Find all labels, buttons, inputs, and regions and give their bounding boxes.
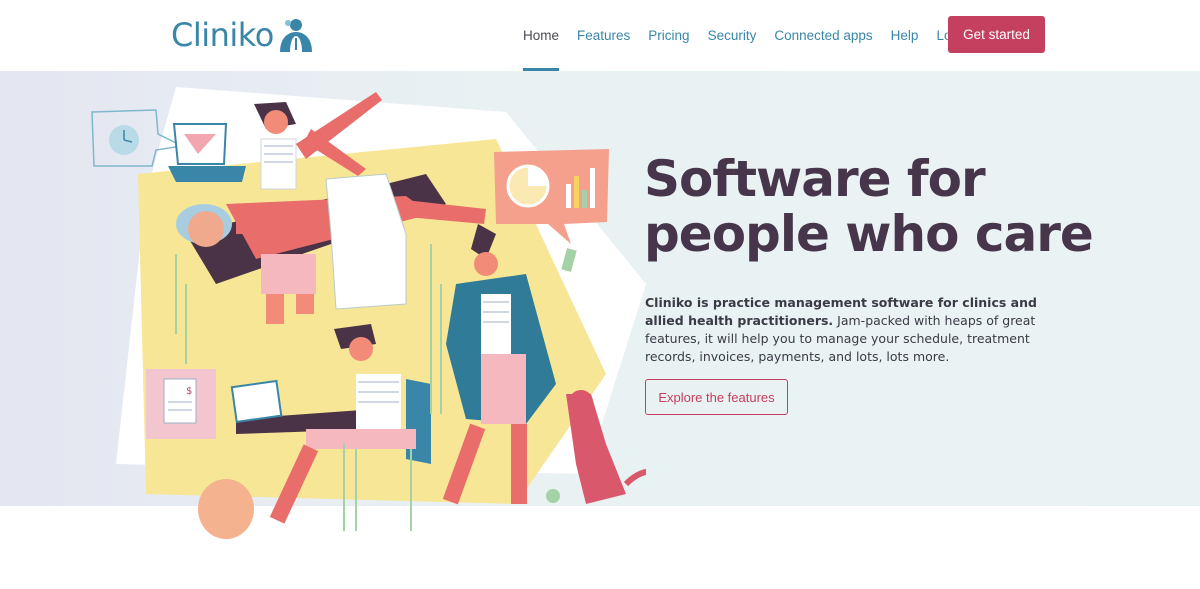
headline-line-1: Software for [644,150,986,208]
explore-features-button[interactable]: Explore the features [645,379,788,415]
invoice-icon: $ [146,369,216,439]
ball [546,489,560,503]
invoice-symbol: $ [186,386,192,397]
nav-home[interactable]: Home [523,0,560,71]
hero-description: Cliniko is practice management software … [645,294,1045,366]
nav-features[interactable]: Features [577,0,630,71]
hero-headline: Software for people who care [644,152,1094,262]
cliniko-logo-icon [279,19,312,52]
site-header: Cliniko Home Features Pricing Security C… [0,0,1200,71]
nav-connected-apps[interactable]: Connected apps [774,0,872,71]
nav-pricing[interactable]: Pricing [648,0,689,71]
logo-wordmark: Cliniko [171,16,274,54]
nav-security[interactable]: Security [708,0,757,71]
logo-link[interactable]: Cliniko [171,14,316,56]
main-nav: Home Features Pricing Security Connected… [514,0,982,71]
get-started-button[interactable]: Get started [948,16,1045,53]
hero-illustration: $ [91,87,646,539]
nav-help[interactable]: Help [891,0,919,71]
backpack [198,479,254,539]
headline-line-2: people who care [644,205,1094,263]
